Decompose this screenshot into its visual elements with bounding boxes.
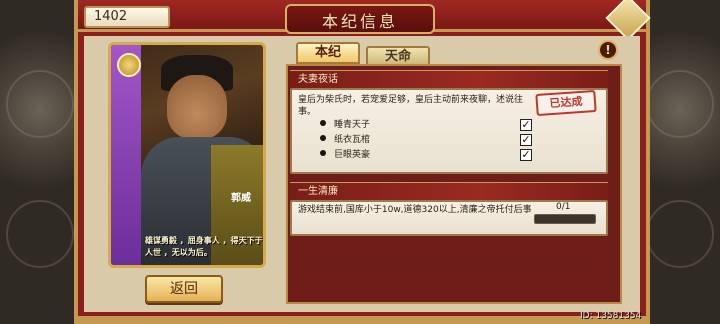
condition-label: 睡青天子 xyxy=(334,120,371,130)
completed-stamp: 已达成 xyxy=(535,89,597,117)
player-id: ID: 13581354 xyxy=(580,311,642,321)
dragon-pattern-icon xyxy=(6,70,74,138)
portrait-side-banner xyxy=(111,45,141,265)
section-title-couple: 夫妻夜话 xyxy=(290,70,608,88)
progress-bar xyxy=(534,214,596,224)
checkmark-icon: ✓ xyxy=(520,133,532,146)
section-description-honest: 游戏结束前,国库小于10w,道德320以上,清廉之帝托付后事 xyxy=(298,205,532,215)
section-description-couple: 皇后为柴氏时，若宠爱足够，皇后主动前来夜聊，述说往事。 xyxy=(298,95,524,117)
condition-row: 睡青天子 xyxy=(320,118,540,132)
back-button[interactable]: 返回 xyxy=(145,275,223,303)
bullet-icon xyxy=(320,120,326,126)
character-quote: 雄谋勇毅 ，屈身事人 ，得天下于人世 ，无以为后。 xyxy=(145,236,263,257)
portrait-face xyxy=(167,75,227,139)
condition-row: 巨眼英豪 xyxy=(320,148,540,162)
progress-count: 0/1 xyxy=(556,202,571,212)
exclamation-icon[interactable]: ! xyxy=(598,40,618,60)
section-title-honest: 一生清廉 xyxy=(290,182,608,200)
rank-badge-icon xyxy=(117,53,141,77)
bullet-icon xyxy=(320,135,326,141)
tab-benji[interactable]: 本纪 xyxy=(296,42,360,64)
resource-counter: 1402 xyxy=(84,6,170,28)
dragon-pattern-icon xyxy=(6,200,74,268)
frame-bottom-trim xyxy=(74,316,650,324)
bullet-icon xyxy=(320,150,326,156)
condition-row: 纸衣瓦棺 xyxy=(320,133,540,147)
page-title: 本纪信息 xyxy=(321,12,398,31)
checkmark-icon: ✓ xyxy=(520,148,532,161)
character-name: 郭威 xyxy=(231,193,251,204)
character-portrait: 郭威 雄谋勇毅 ，屈身事人 ，得天下于人世 ，无以为后。 xyxy=(108,42,266,268)
dragon-pattern-icon xyxy=(646,200,714,268)
dragon-pattern-icon xyxy=(646,70,714,138)
condition-label: 纸衣瓦棺 xyxy=(334,135,371,145)
checkmark-icon: ✓ xyxy=(520,118,532,131)
condition-label: 巨眼英豪 xyxy=(334,150,371,160)
right-side-background xyxy=(640,0,720,324)
left-side-background xyxy=(0,0,80,324)
